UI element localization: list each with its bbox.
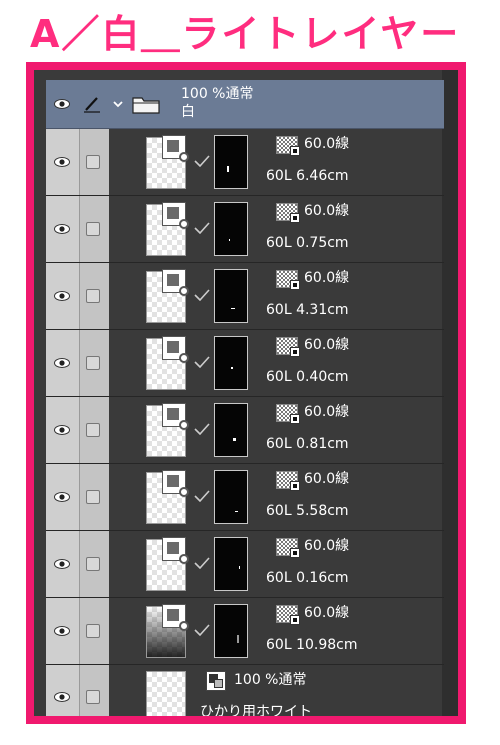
layer-name: ひかり用ホワイト — [200, 704, 312, 720]
tone-label: 60.0線 — [304, 136, 350, 152]
eye-icon[interactable] — [54, 157, 70, 167]
layer-mask[interactable] — [214, 604, 248, 658]
panel-scrollbar[interactable] — [442, 70, 458, 716]
folder-blend-mode: 100 %通常 — [181, 86, 254, 102]
checkmark-icon — [194, 356, 210, 368]
tone-label: 60.0線 — [304, 404, 350, 420]
layer-info: 60L 6.46cm — [266, 168, 349, 184]
layer-info: 60L 0.75cm — [266, 235, 349, 251]
eye-icon[interactable] — [54, 559, 70, 569]
layer-type-icon — [206, 671, 226, 691]
checkbox-icon[interactable] — [86, 490, 100, 504]
tone-icon — [276, 337, 300, 357]
checkmark-icon — [194, 423, 210, 435]
layer-type-icon — [162, 269, 189, 296]
layer-mask[interactable] — [214, 403, 248, 457]
layer-mask[interactable] — [214, 537, 248, 591]
eye-icon[interactable] — [54, 224, 70, 234]
chevron-down-icon[interactable] — [112, 98, 124, 110]
layer-info: 60L 4.31cm — [266, 302, 349, 318]
tone-label: 60.0線 — [304, 538, 350, 554]
checkmark-icon — [194, 289, 210, 301]
tone-label: 60.0線 — [304, 337, 350, 353]
layer-info: 60L 0.81cm — [266, 436, 349, 452]
layer-row[interactable]: 60.0線 60L 0.40cm — [46, 330, 444, 397]
layer-row-white-light[interactable]: 100 %通常 ひかり用ホワイト — [46, 665, 444, 720]
layer-mask[interactable] — [214, 470, 248, 524]
tone-icon — [276, 471, 300, 491]
layer-mask[interactable] — [214, 202, 248, 256]
checkbox-icon[interactable] — [86, 222, 100, 236]
checkbox-icon[interactable] — [86, 423, 100, 437]
tone-label: 60.0線 — [304, 471, 350, 487]
layer-type-icon — [162, 202, 189, 229]
layer-info: 60L 0.16cm — [266, 570, 349, 586]
page-title: A／白＿ライトレイヤー — [30, 12, 461, 56]
layer-folder-row[interactable]: 100 %通常 白 — [46, 80, 444, 129]
tone-icon — [276, 538, 300, 558]
eye-icon[interactable] — [54, 626, 70, 636]
pen-icon[interactable] — [82, 94, 102, 114]
layer-row[interactable]: 60.0線 60L 0.81cm — [46, 397, 444, 464]
tone-icon — [276, 270, 300, 290]
checkmark-icon — [194, 624, 210, 636]
checkbox-icon[interactable] — [86, 690, 100, 704]
layer-row[interactable]: 60.0線 60L 0.75cm — [46, 196, 444, 263]
eye-icon[interactable] — [54, 425, 70, 435]
checkmark-icon — [194, 490, 210, 502]
checkmark-icon — [194, 222, 210, 234]
layer-type-icon — [162, 470, 189, 497]
layer-row[interactable]: 60.0線 60L 4.31cm — [46, 263, 444, 330]
tone-label: 60.0線 — [304, 605, 350, 621]
layer-row[interactable]: 60.0線 60L 5.58cm — [46, 464, 444, 531]
eye-icon[interactable] — [54, 692, 70, 702]
tone-icon — [276, 136, 300, 156]
layer-mask[interactable] — [214, 269, 248, 323]
tone-icon — [276, 605, 300, 625]
layer-type-icon — [162, 537, 189, 564]
tone-label: 60.0線 — [304, 270, 350, 286]
layer-mask[interactable] — [214, 135, 248, 189]
layer-type-icon — [162, 604, 189, 631]
layer-list: 100 %通常 白 60.0線 60L 6.46cm 60.0線 60L 0.7… — [46, 80, 444, 720]
checkbox-icon[interactable] — [86, 356, 100, 370]
eye-icon[interactable] — [54, 291, 70, 301]
folder-name: 白 — [181, 104, 195, 120]
tone-icon — [276, 404, 300, 424]
layer-info: 60L 5.58cm — [266, 503, 349, 519]
folder-label: 100 %通常 白 — [181, 85, 253, 121]
layer-panel: 100 %通常 白 60.0線 60L 6.46cm 60.0線 60L 0.7… — [26, 62, 466, 724]
layer-type-icon — [162, 336, 189, 363]
layer-type-icon — [162, 403, 189, 430]
layer-row[interactable]: 60.0線 60L 10.98cm — [46, 598, 444, 665]
layer-mask[interactable] — [214, 336, 248, 390]
layer-thumbnail — [146, 671, 186, 716]
checkmark-icon — [194, 557, 210, 569]
layer-row[interactable]: 60.0線 60L 0.16cm — [46, 531, 444, 598]
checkmark-icon — [194, 155, 210, 167]
checkbox-icon[interactable] — [86, 155, 100, 169]
eye-icon[interactable] — [54, 99, 70, 109]
layer-blend-mode: 100 %通常 — [234, 672, 307, 688]
tone-label: 60.0線 — [304, 203, 350, 219]
checkbox-icon[interactable] — [86, 557, 100, 571]
eye-icon[interactable] — [54, 358, 70, 368]
layer-info: 60L 10.98cm — [266, 637, 358, 653]
layer-type-icon — [162, 135, 189, 162]
tone-icon — [276, 203, 300, 223]
layer-row[interactable]: 60.0線 60L 6.46cm — [46, 129, 444, 196]
checkbox-icon[interactable] — [86, 624, 100, 638]
checkbox-icon[interactable] — [86, 289, 100, 303]
folder-icon — [132, 97, 160, 114]
eye-icon[interactable] — [54, 492, 70, 502]
layer-info: 60L 0.40cm — [266, 369, 349, 385]
